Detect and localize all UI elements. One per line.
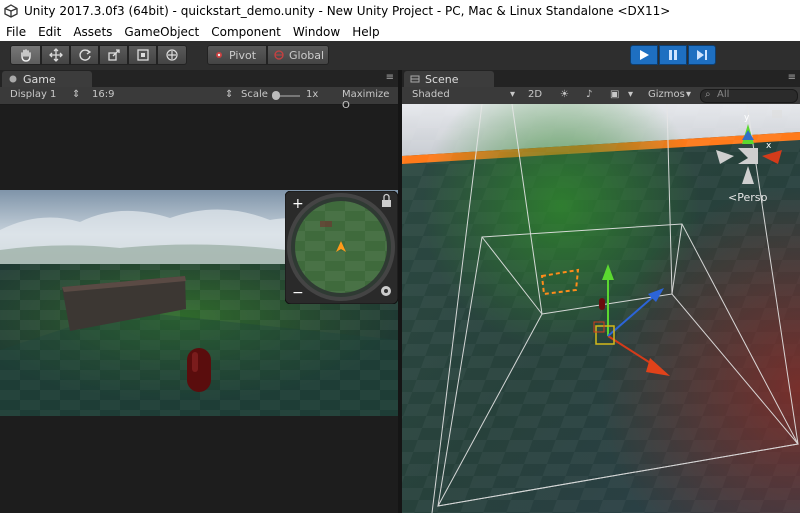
scene-panel: Scene ≡ Shaded ▾ 2D ☀ ♪ ▣ ▾ Gizmos ▾ ⌕ A… <box>402 70 800 513</box>
pause-icon <box>669 50 677 60</box>
scale-value: 1x <box>306 89 319 100</box>
panel-menu-icon[interactable]: ≡ <box>386 72 394 83</box>
transform-tool-button[interactable] <box>157 45 187 65</box>
scene-tab-row: Scene ≡ <box>402 70 800 87</box>
projection-label: Persp <box>737 191 768 204</box>
projection-toggle[interactable]: <Persp <box>728 191 767 204</box>
scale-icon <box>107 49 120 61</box>
svg-text:y: y <box>744 113 750 123</box>
pause-button[interactable] <box>659 45 687 65</box>
gizmos-dropdown-arrow-icon[interactable]: ▾ <box>686 89 691 100</box>
shading-mode-dropdown[interactable]: Shaded <box>412 89 450 100</box>
play-icon <box>640 50 649 60</box>
title-bar: Unity 2017.3.0f3 (64bit) - quickstart_de… <box>0 0 800 22</box>
rect-icon <box>136 49 149 61</box>
hand-icon <box>20 49 31 62</box>
maximize-on-play-toggle[interactable]: Maximize O <box>342 89 398 111</box>
gizmos-dropdown[interactable]: Gizmos <box>648 89 685 100</box>
step-icon <box>697 50 707 60</box>
tab-game[interactable]: Game <box>2 71 92 87</box>
scene-panel-menu-icon[interactable]: ≡ <box>788 72 796 83</box>
effects-toggle-icon[interactable]: ▣ <box>610 89 619 100</box>
capsule-object <box>187 348 211 392</box>
scene-lock-icon[interactable] <box>772 110 782 118</box>
tab-scene[interactable]: Scene <box>404 71 494 87</box>
scene-search-placeholder: All <box>717 89 730 100</box>
effects-dropdown-arrow-icon[interactable]: ▾ <box>628 89 633 100</box>
display-dropdown[interactable]: Display 1 <box>10 89 56 100</box>
game-panel: Game ≡ Display 1 ⇕ 16:9 ⇕ Scale 1x Maxim… <box>0 70 398 513</box>
display-dropdown-arrow-icon[interactable]: ⇕ <box>72 89 80 100</box>
aspect-dropdown[interactable]: 16:9 <box>92 89 114 100</box>
pivot-toggle[interactable]: Pivot <box>207 45 267 65</box>
zoom-out-icon[interactable]: − <box>292 285 304 301</box>
scale-slider-handle[interactable] <box>272 91 280 100</box>
back-arrow-icon: < <box>728 191 738 204</box>
menu-component[interactable]: Component <box>205 25 287 39</box>
scale-tool-button[interactable] <box>99 45 128 65</box>
audio-toggle-icon[interactable]: ♪ <box>586 89 592 100</box>
shading-dropdown-arrow-icon[interactable]: ▾ <box>510 89 515 100</box>
globe-icon <box>274 50 284 60</box>
lighting-toggle-icon[interactable]: ☀ <box>560 89 569 100</box>
global-label: Global <box>289 48 325 62</box>
menu-file[interactable]: File <box>0 25 32 39</box>
menu-edit[interactable]: Edit <box>32 25 67 39</box>
game-tab-icon <box>9 75 17 83</box>
unity-logo-icon <box>4 4 18 18</box>
aspect-dropdown-arrow-icon[interactable]: ⇕ <box>225 89 233 100</box>
pivot-icon <box>216 52 222 58</box>
menu-assets[interactable]: Assets <box>67 25 118 39</box>
rotate-tool-button[interactable] <box>70 45 99 65</box>
compass-icon[interactable] <box>381 286 391 296</box>
search-icon: ⌕ <box>705 89 711 100</box>
global-toggle[interactable]: Global <box>267 45 329 65</box>
scene-search-field[interactable]: ⌕ All <box>700 89 798 103</box>
move-icon <box>48 48 63 62</box>
scene-tab-icon <box>410 75 420 83</box>
move-tool-button[interactable] <box>41 45 70 65</box>
hand-tool-button[interactable] <box>10 45 41 65</box>
menu-window[interactable]: Window <box>287 25 346 39</box>
rotate-icon <box>78 49 91 61</box>
tab-scene-label: Scene <box>425 72 459 86</box>
menu-bar: File Edit Assets GameObject Component Wi… <box>0 22 800 41</box>
rect-tool-button[interactable] <box>128 45 157 65</box>
menu-gameobject[interactable]: GameObject <box>118 25 205 39</box>
play-button[interactable] <box>630 45 658 65</box>
scene-control-bar: Shaded ▾ 2D ☀ ♪ ▣ ▾ Gizmos ▾ ⌕ All <box>402 87 800 105</box>
scale-label: Scale <box>241 89 268 100</box>
scene-viewport[interactable]: x y <box>402 104 800 513</box>
game-tab-row: Game ≡ <box>0 70 398 87</box>
menu-help[interactable]: Help <box>346 25 385 39</box>
pivot-label: Pivot <box>229 48 257 62</box>
main-toolbar: Pivot Global <box>0 41 800 71</box>
step-button[interactable] <box>688 45 716 65</box>
game-control-bar: Display 1 ⇕ 16:9 ⇕ Scale 1x Maximize O <box>0 87 398 111</box>
2d-toggle[interactable]: 2D <box>528 89 542 100</box>
window-title: Unity 2017.3.0f3 (64bit) - quickstart_de… <box>24 4 671 18</box>
tab-game-label: Game <box>23 72 56 86</box>
zoom-in-icon[interactable]: + <box>292 196 304 212</box>
transform-icon <box>166 49 178 61</box>
minimap[interactable]: + − <box>285 191 398 304</box>
svg-text:x: x <box>766 141 772 151</box>
